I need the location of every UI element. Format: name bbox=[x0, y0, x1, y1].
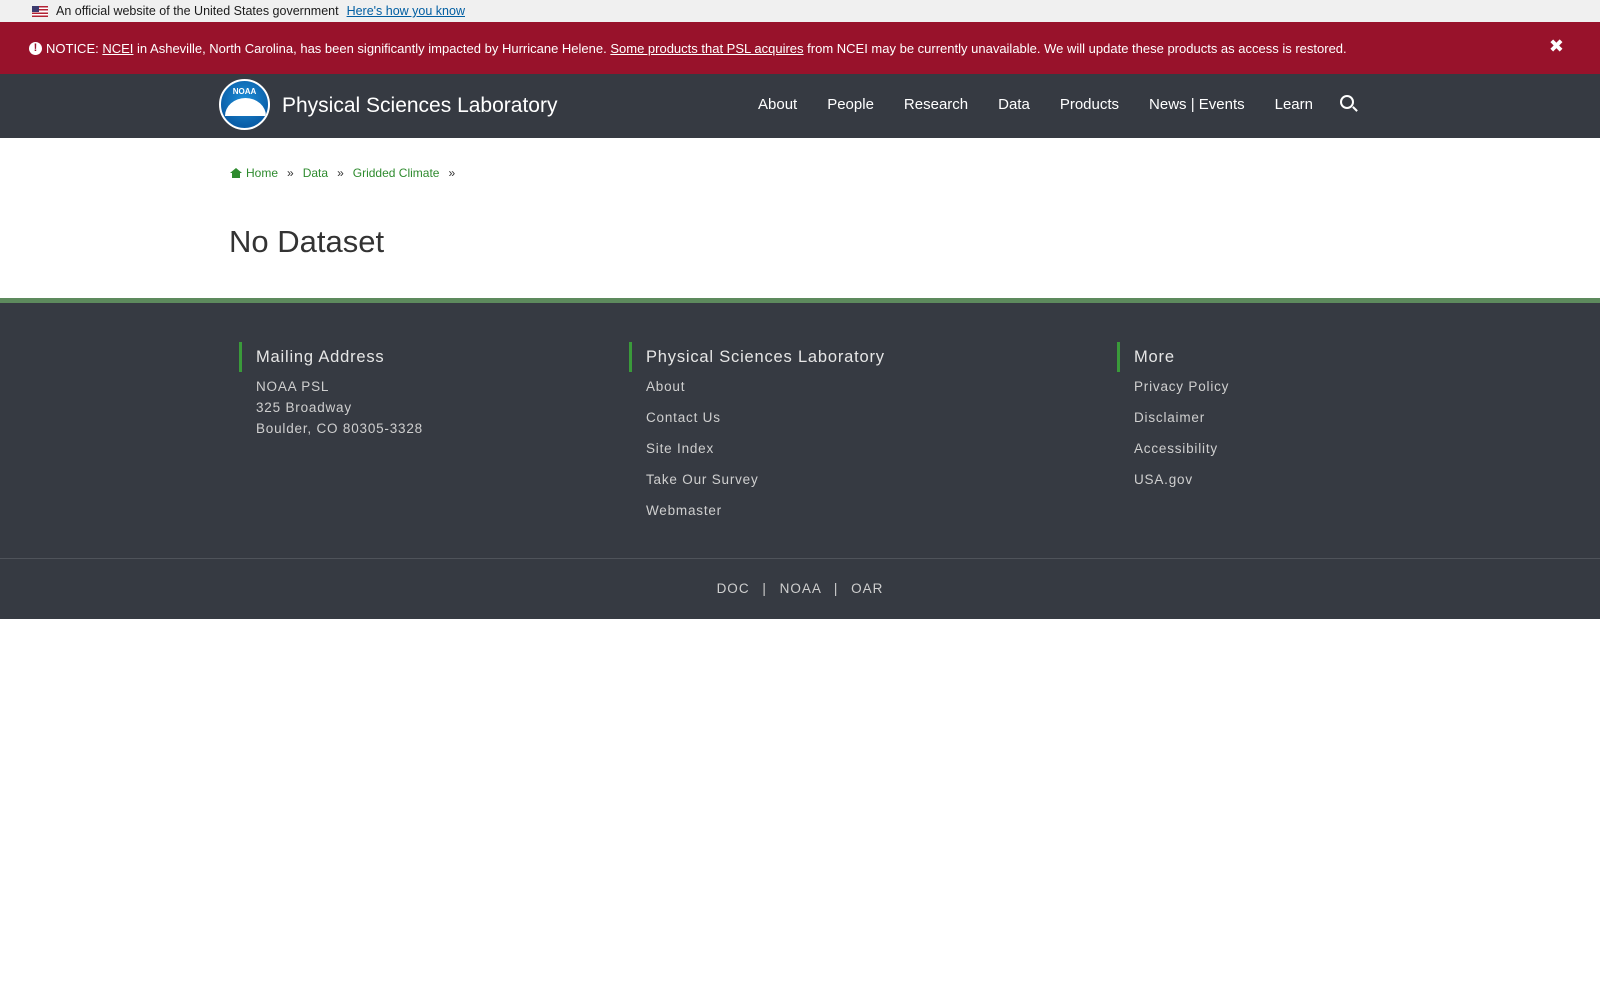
nav-products[interactable]: Products bbox=[1060, 96, 1119, 113]
footer-link-accessibility[interactable]: Accessibility bbox=[1134, 433, 1229, 464]
nav-learn[interactable]: Learn bbox=[1275, 96, 1313, 113]
noaa-bird-icon bbox=[225, 98, 266, 116]
notice-bar: ! NOTICE: NCEI in Asheville, North Carol… bbox=[0, 22, 1600, 74]
nav-people[interactable]: People bbox=[827, 96, 874, 113]
nav-research[interactable]: Research bbox=[904, 96, 968, 113]
footer-bottom-separator: | bbox=[833, 581, 839, 596]
footer-link-noaa[interactable]: NOAA bbox=[780, 581, 822, 596]
footer-heading-more: More bbox=[1117, 342, 1229, 372]
nav-news-events[interactable]: News | Events bbox=[1149, 96, 1245, 113]
breadcrumb: Home » Data » Gridded Climate » bbox=[230, 166, 464, 180]
noaa-logo-text: NOAA bbox=[232, 87, 257, 96]
site-footer: Mailing Address NOAA PSL 325 Broadway Bo… bbox=[0, 303, 1600, 558]
footer-link-oar[interactable]: OAR bbox=[851, 581, 883, 596]
close-icon[interactable]: ✖ bbox=[1549, 36, 1564, 57]
footer-link-site-index[interactable]: Site Index bbox=[646, 433, 885, 464]
notice-label: NOTICE: bbox=[46, 40, 99, 56]
nav-data[interactable]: Data bbox=[998, 96, 1030, 113]
footer-bottom-bar: DOC | NOAA | OAR bbox=[0, 558, 1600, 619]
address-line: NOAA PSL bbox=[256, 379, 330, 394]
address-line: Boulder, CO 80305-3328 bbox=[256, 421, 423, 436]
site-header: NOAA Physical Sciences Laboratory About … bbox=[0, 74, 1600, 138]
breadcrumb-separator: » bbox=[448, 166, 456, 180]
footer-link-contact-us[interactable]: Contact Us bbox=[646, 402, 885, 433]
noaa-logo[interactable]: NOAA bbox=[219, 79, 270, 130]
ncei-link[interactable]: NCEI bbox=[102, 41, 133, 56]
breadcrumb-gridded-climate[interactable]: Gridded Climate bbox=[353, 166, 440, 180]
gov-banner: An official website of the United States… bbox=[0, 0, 1600, 22]
notice-text-2: from NCEI may be currently unavailable. … bbox=[803, 40, 1347, 56]
breadcrumb-home[interactable]: Home bbox=[246, 166, 278, 180]
breadcrumb-data[interactable]: Data bbox=[303, 166, 328, 180]
footer-link-doc[interactable]: DOC bbox=[717, 581, 750, 596]
footer-link-usa-gov[interactable]: USA.gov bbox=[1134, 464, 1229, 495]
psl-products-link[interactable]: Some products that PSL acquires bbox=[610, 41, 803, 56]
heres-how-you-know-link[interactable]: Here's how you know bbox=[347, 4, 465, 18]
footer-link-about[interactable]: About bbox=[646, 371, 885, 402]
page-title: No Dataset bbox=[229, 224, 385, 259]
home-icon bbox=[230, 168, 242, 178]
us-flag-icon bbox=[32, 5, 48, 17]
footer-more-links: More Privacy Policy Disclaimer Accessibi… bbox=[1117, 342, 1229, 495]
breadcrumb-separator: » bbox=[287, 166, 294, 180]
address-line: 325 Broadway bbox=[256, 400, 352, 415]
footer-link-privacy-policy[interactable]: Privacy Policy bbox=[1134, 371, 1229, 402]
footer-psl-links: Physical Sciences Laboratory About Conta… bbox=[629, 342, 885, 526]
main-content: Home » Data » Gridded Climate » No Datas… bbox=[0, 138, 1600, 298]
footer-link-take-our-survey[interactable]: Take Our Survey bbox=[646, 464, 885, 495]
main-nav: About People Research Data Products News… bbox=[758, 96, 1343, 113]
footer-link-disclaimer[interactable]: Disclaimer bbox=[1134, 402, 1229, 433]
footer-mailing-address: Mailing Address NOAA PSL 325 Broadway Bo… bbox=[239, 342, 423, 439]
footer-heading-mailing: Mailing Address bbox=[239, 342, 423, 372]
nav-about[interactable]: About bbox=[758, 96, 797, 113]
breadcrumb-separator: » bbox=[337, 166, 344, 180]
exclamation-circle-icon: ! bbox=[29, 41, 42, 55]
notice-text-1: in Asheville, North Carolina, has been s… bbox=[133, 40, 611, 56]
footer-bottom-separator: | bbox=[762, 581, 767, 596]
footer-link-webmaster[interactable]: Webmaster bbox=[646, 495, 885, 526]
search-icon[interactable] bbox=[1340, 95, 1354, 109]
gov-banner-text: An official website of the United States… bbox=[56, 4, 339, 18]
footer-heading-psl: Physical Sciences Laboratory bbox=[629, 342, 885, 372]
site-title[interactable]: Physical Sciences Laboratory bbox=[282, 94, 557, 118]
